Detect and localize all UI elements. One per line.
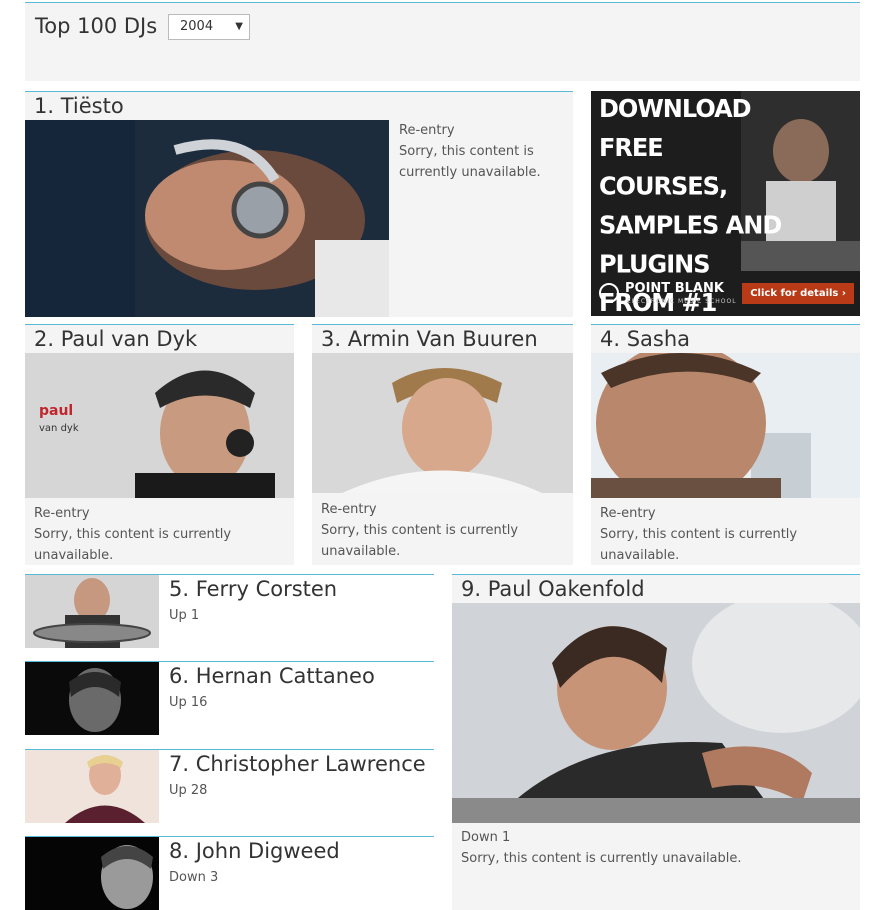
dj-title[interactable]: 6. Hernan Cattaneo xyxy=(169,664,375,688)
dj-card-2[interactable]: 2. Paul van Dyk paul van dyk Re-entry So… xyxy=(25,324,294,565)
dj-unavailable-note: Sorry, this content is currently unavail… xyxy=(321,523,519,559)
dj-card-4[interactable]: 4. Sasha Re-entry Sorry, this content is… xyxy=(591,324,860,565)
dj-card-9[interactable]: 9. Paul Oakenfold Down 1 Sorry, this con… xyxy=(452,574,860,910)
dj-title[interactable]: 9. Paul Oakenfold xyxy=(461,577,645,601)
point-blank-logo-icon xyxy=(599,283,619,303)
dj-title[interactable]: 3. Armin Van Buuren xyxy=(321,327,538,351)
dj-card-3[interactable]: 3. Armin Van Buuren Re-entry Sorry, this… xyxy=(312,324,573,565)
dj-list-item-5[interactable]: 5. Ferry Corsten Up 1 xyxy=(25,574,434,648)
dj-unavailable-note: Sorry, this content is currently unavail… xyxy=(600,527,798,563)
dj-title[interactable]: 1. Tiësto xyxy=(34,94,124,118)
dj-unavailable-note: Sorry, this content is currently unavail… xyxy=(461,851,742,866)
dj-status: Down 3 xyxy=(169,870,219,885)
dj-photo[interactable] xyxy=(591,353,860,498)
dj-list-item-6[interactable]: 6. Hernan Cattaneo Up 16 xyxy=(25,661,434,735)
dj-status: Re-entry xyxy=(399,123,455,138)
dj-thumbnail[interactable] xyxy=(25,662,159,735)
dj-title[interactable]: 8. John Digweed xyxy=(169,839,340,863)
year-select[interactable]: 2004 ▼ xyxy=(168,14,250,40)
dj-status: Up 1 xyxy=(169,608,200,623)
dj-status: Re-entry xyxy=(600,506,656,521)
dj-photo[interactable] xyxy=(312,353,573,493)
dj-title[interactable]: 5. Ferry Corsten xyxy=(169,577,337,601)
dj-title[interactable]: 2. Paul van Dyk xyxy=(34,327,197,351)
ad-brand-sub: ELECTRONIC MUSIC SCHOOL xyxy=(627,298,737,305)
dj-photo[interactable] xyxy=(25,120,389,317)
svg-text:van dyk: van dyk xyxy=(39,423,79,434)
dj-thumbnail[interactable] xyxy=(25,575,159,648)
dj-unavailable-note: Sorry, this content is currently unavail… xyxy=(34,527,232,563)
chevron-down-icon: ▼ xyxy=(235,21,243,32)
ad-cta-label: Click for details xyxy=(750,288,839,299)
dj-thumbnail[interactable] xyxy=(25,750,159,823)
year-select-value: 2004 xyxy=(180,19,214,34)
chevron-right-icon: › xyxy=(841,288,846,299)
dj-status: Up 16 xyxy=(169,695,208,710)
page-title: Top 100 DJs xyxy=(35,14,158,38)
dj-photo[interactable] xyxy=(452,603,860,823)
dj-unavailable-note: Sorry, this content is currently unavail… xyxy=(399,144,541,180)
dj-thumbnail[interactable] xyxy=(25,837,159,910)
ad-brand: POINT BLANK xyxy=(625,281,724,296)
dj-status: Down 1 xyxy=(461,830,511,845)
dj-card-1[interactable]: 1. Tiësto Re-entry Sorry, this content i… xyxy=(25,91,573,317)
svg-text:paul: paul xyxy=(39,403,73,419)
dj-title[interactable]: 7. Christopher Lawrence xyxy=(169,752,426,776)
advertisement-banner[interactable]: DOWNLOAD FREE COURSES, SAMPLES AND PLUGI… xyxy=(591,91,860,316)
dj-list-item-7[interactable]: 7. Christopher Lawrence Up 28 xyxy=(25,749,434,823)
page-header: Top 100 DJs 2004 ▼ xyxy=(25,2,860,81)
dj-title[interactable]: 4. Sasha xyxy=(600,327,690,351)
dj-list-item-8[interactable]: 8. John Digweed Down 3 xyxy=(25,836,434,910)
dj-photo[interactable]: paul van dyk xyxy=(25,353,294,498)
dj-status: Re-entry xyxy=(321,502,377,517)
ad-cta-button[interactable]: Click for details › xyxy=(742,283,854,304)
dj-status: Re-entry xyxy=(34,506,90,521)
dj-status: Up 28 xyxy=(169,783,208,798)
